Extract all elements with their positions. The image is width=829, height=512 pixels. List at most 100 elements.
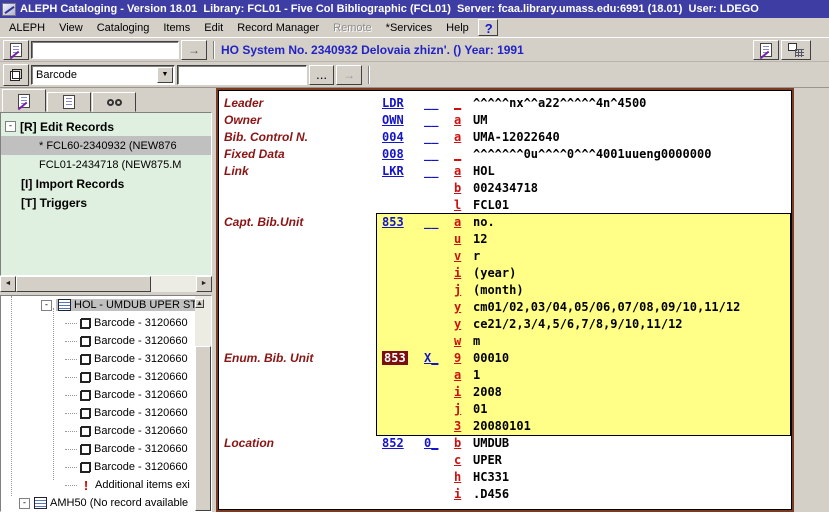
record-number-input[interactable] bbox=[31, 41, 179, 59]
field-tag[interactable]: 004 bbox=[382, 130, 424, 144]
subfield-code[interactable]: y bbox=[454, 300, 473, 314]
subfield-code[interactable]: u bbox=[454, 232, 473, 246]
item-button[interactable] bbox=[3, 64, 29, 86]
menu-item-recordmanager[interactable]: Record Manager bbox=[230, 20, 326, 36]
subfield-code[interactable]: b bbox=[454, 181, 473, 195]
field-indicators[interactable]: X_ bbox=[424, 351, 454, 365]
subfield-code[interactable]: c bbox=[454, 453, 473, 467]
tree-node-barcode[interactable]: Barcode - 3120660 bbox=[1, 332, 211, 350]
scrollbar-thumb[interactable] bbox=[195, 346, 211, 511]
menu-item-remote[interactable]: Remote bbox=[326, 20, 379, 36]
horizontal-scrollbar[interactable]: ◄ ► bbox=[0, 276, 212, 292]
subfield-value[interactable]: m bbox=[473, 334, 480, 348]
scrollbar-track[interactable] bbox=[151, 276, 196, 292]
subfield-code[interactable]: j bbox=[454, 283, 473, 297]
go-to-record-button[interactable]: → bbox=[181, 40, 207, 60]
field-indicators[interactable]: __ bbox=[424, 113, 454, 127]
help-icon[interactable]: ? bbox=[478, 19, 498, 36]
subfield-value[interactable]: HOL bbox=[473, 164, 495, 178]
menu-item-items[interactable]: Items bbox=[156, 20, 197, 36]
subfield-code[interactable]: a bbox=[454, 164, 473, 178]
tree-node-barcode[interactable]: Barcode - 3120660 bbox=[1, 422, 211, 440]
subfield-value[interactable]: 1 bbox=[473, 368, 480, 382]
subfield-value[interactable]: HC331 bbox=[473, 470, 509, 484]
tree-node-import-records[interactable]: [I] Import Records bbox=[1, 174, 211, 193]
field-tag[interactable]: 853 bbox=[382, 351, 424, 365]
menu-item-edit[interactable]: Edit bbox=[197, 20, 230, 36]
barcode-input[interactable] bbox=[177, 65, 307, 85]
subfield-value[interactable]: cm01/02,03/04,05/06,07/08,09/10,11/12 bbox=[473, 300, 740, 314]
subfield-code[interactable]: i bbox=[454, 266, 473, 280]
subfield-code[interactable]: a bbox=[454, 130, 473, 144]
subfield-code[interactable]: _ bbox=[454, 147, 473, 161]
subfield-value[interactable]: UPER bbox=[473, 453, 502, 467]
subfield-value[interactable]: 12 bbox=[473, 232, 487, 246]
subfield-value[interactable]: 01 bbox=[473, 402, 487, 416]
subfield-code[interactable]: i bbox=[454, 385, 473, 399]
field-indicators[interactable]: __ bbox=[424, 215, 454, 229]
menu-item-help[interactable]: Help bbox=[439, 20, 476, 36]
menu-item-aleph[interactable]: ALEPH bbox=[2, 20, 52, 36]
subfield-value[interactable]: (year) bbox=[473, 266, 516, 280]
subfield-code[interactable]: _ bbox=[454, 96, 473, 110]
tree-node-hol[interactable]: - HOL - UMDUB UPER ST bbox=[1, 296, 211, 314]
tree-node-barcode[interactable]: Barcode - 3120660 bbox=[1, 314, 211, 332]
field-tag[interactable]: LKR bbox=[382, 164, 424, 178]
field-indicators[interactable]: __ bbox=[424, 96, 454, 110]
collapse-icon[interactable]: - bbox=[41, 300, 52, 311]
menu-item-cataloging[interactable]: Cataloging bbox=[90, 20, 157, 36]
tree-node-barcode[interactable]: Barcode - 3120660 bbox=[1, 440, 211, 458]
open-record-button[interactable] bbox=[3, 40, 29, 60]
subfield-code[interactable]: h bbox=[454, 470, 473, 484]
subfield-value[interactable]: 20080101 bbox=[473, 419, 531, 433]
field-tag[interactable]: 853 bbox=[382, 215, 424, 229]
subfield-value[interactable]: .D456 bbox=[473, 487, 509, 501]
scrollbar-thumb[interactable] bbox=[16, 276, 151, 292]
tree-node-record-fcl01[interactable]: FCL01-2434718 (NEW875.M bbox=[1, 155, 211, 174]
field-tag[interactable]: 008 bbox=[382, 147, 424, 161]
scroll-right-icon[interactable]: ► bbox=[196, 276, 212, 292]
subfield-value[interactable]: ce21/2,3/4,5/6,7/8,9/10,11/12 bbox=[473, 317, 683, 331]
subfield-value[interactable]: 002434718 bbox=[473, 181, 538, 195]
collapse-icon[interactable]: - bbox=[19, 498, 30, 509]
tree-node-record-fcl60[interactable]: * FCL60-2340932 (NEW876 bbox=[1, 136, 211, 155]
subfield-code[interactable]: y bbox=[454, 317, 473, 331]
subfield-code[interactable]: v bbox=[454, 249, 473, 263]
field-indicators[interactable]: __ bbox=[424, 147, 454, 161]
collapse-icon[interactable]: - bbox=[5, 121, 16, 132]
scroll-up-icon[interactable]: ▲ bbox=[195, 299, 204, 308]
view-record-button[interactable] bbox=[753, 40, 779, 60]
subfield-value[interactable]: ^^^^^nx^^a22^^^^^4n^4500 bbox=[473, 96, 646, 110]
field-indicators[interactable]: __ bbox=[424, 164, 454, 178]
subfield-value[interactable]: 00010 bbox=[473, 351, 509, 365]
tab-copy-records[interactable] bbox=[47, 92, 91, 112]
form-view-button[interactable] bbox=[781, 40, 811, 60]
subfield-code[interactable]: a bbox=[454, 113, 473, 127]
subfield-value[interactable]: UMDUB bbox=[473, 436, 509, 450]
search-type-dropdown[interactable]: Barcode ▼ bbox=[31, 65, 175, 85]
menu-item-services[interactable]: *Services bbox=[379, 20, 439, 36]
field-indicators[interactable]: 0_ bbox=[424, 436, 454, 450]
subfield-code[interactable]: 3 bbox=[454, 419, 473, 433]
subfield-value[interactable]: 2008 bbox=[473, 385, 502, 399]
tree-node-barcode[interactable]: Barcode - 3120660 bbox=[1, 368, 211, 386]
subfield-code[interactable]: a bbox=[454, 215, 473, 229]
subfield-code[interactable]: 9 bbox=[454, 351, 473, 365]
vertical-scrollbar[interactable]: ▲ bbox=[195, 296, 211, 511]
tree-node-barcode[interactable]: Barcode - 3120660 bbox=[1, 458, 211, 476]
subfield-code[interactable]: b bbox=[454, 436, 473, 450]
field-indicators[interactable]: __ bbox=[424, 130, 454, 144]
tree-node-amh50[interactable]: - AMH50 (No record available bbox=[1, 494, 211, 512]
subfield-value[interactable]: (month) bbox=[473, 283, 524, 297]
subfield-value[interactable]: UM bbox=[473, 113, 487, 127]
browse-button[interactable]: ... bbox=[309, 65, 334, 85]
tree-node-barcode[interactable]: Barcode - 3120660 bbox=[1, 350, 211, 368]
chevron-down-icon[interactable]: ▼ bbox=[157, 67, 173, 83]
subfield-code[interactable]: j bbox=[454, 402, 473, 416]
tree-node-edit-records[interactable]: - [R] Edit Records bbox=[1, 117, 211, 136]
subfield-code[interactable]: w bbox=[454, 334, 473, 348]
subfield-code[interactable]: l bbox=[454, 198, 473, 212]
tree-node-barcode[interactable]: Barcode - 3120660 bbox=[1, 404, 211, 422]
subfield-code[interactable]: i bbox=[454, 487, 473, 501]
menu-item-view[interactable]: View bbox=[52, 20, 90, 36]
